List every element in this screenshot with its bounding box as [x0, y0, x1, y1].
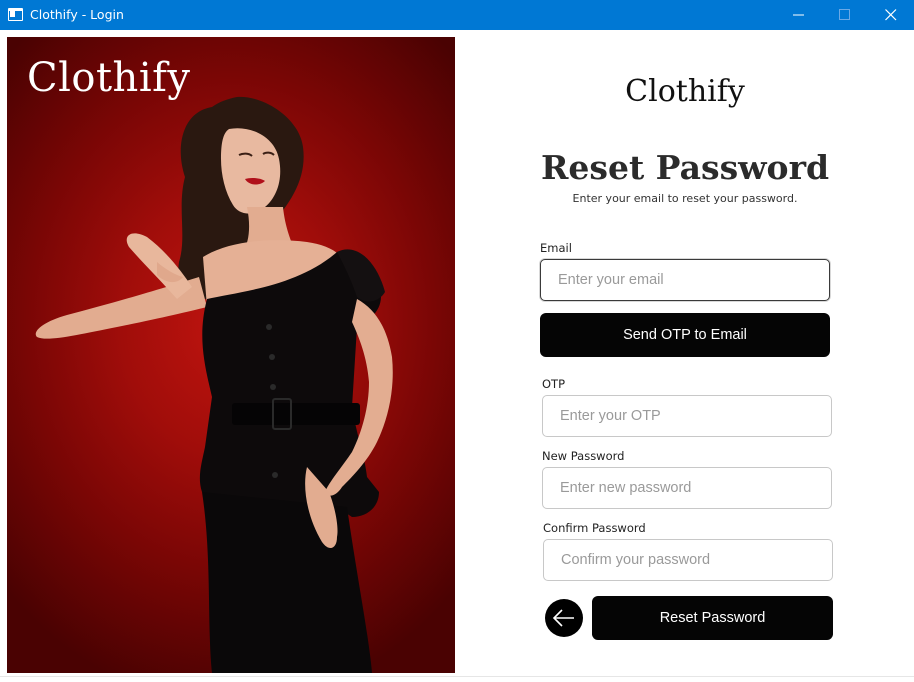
window-title: Clothify - Login: [30, 7, 124, 22]
maximize-button[interactable]: [822, 0, 868, 30]
window-icon: [8, 8, 23, 21]
hero-logo: Clothify: [27, 55, 191, 101]
maximize-icon: [839, 9, 850, 20]
brand-title: Clothify: [625, 74, 745, 109]
send-otp-button[interactable]: Send OTP to Email: [540, 313, 830, 357]
minimize-icon: [793, 14, 804, 16]
reset-password-button[interactable]: Reset Password: [592, 596, 833, 640]
page-subheading: Enter your email to reset your password.: [572, 192, 798, 205]
otp-label: OTP: [542, 377, 566, 391]
confirm-password-label: Confirm Password: [543, 521, 646, 535]
close-button[interactable]: [868, 0, 914, 30]
email-input[interactable]: [540, 259, 830, 301]
back-button[interactable]: [545, 599, 583, 637]
close-icon: [885, 9, 897, 21]
new-password-input[interactable]: [542, 467, 832, 509]
minimize-button[interactable]: [776, 0, 822, 30]
email-label: Email: [540, 241, 572, 255]
title-bar: Clothify - Login: [0, 0, 914, 30]
page-heading: Reset Password: [540, 148, 830, 187]
model-illustration: [35, 96, 393, 673]
hero-image: Clothify: [7, 37, 455, 673]
new-password-label: New Password: [542, 449, 625, 463]
otp-input[interactable]: [542, 395, 832, 437]
confirm-password-input[interactable]: [543, 539, 833, 581]
window-bottom-edge: [0, 676, 914, 682]
arrow-left-icon: [552, 609, 574, 627]
